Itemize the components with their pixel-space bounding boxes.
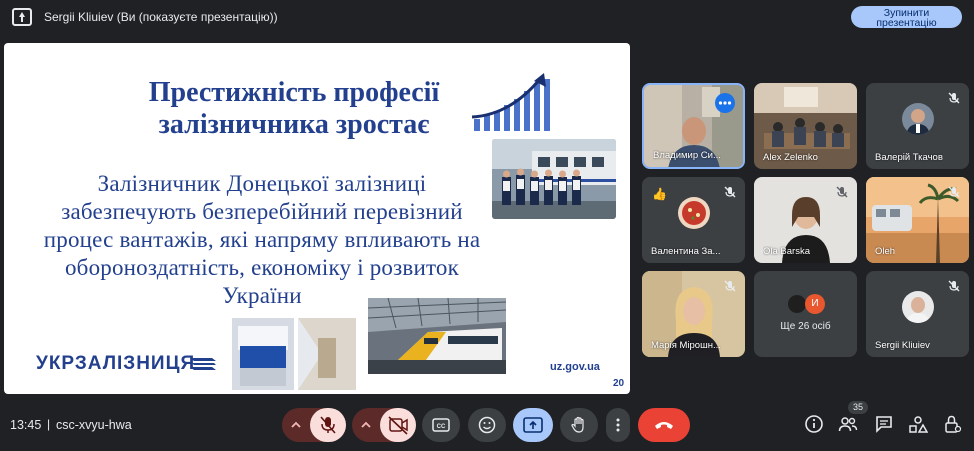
participant-tile[interactable]: Марія Мірошн... bbox=[642, 271, 745, 357]
presenting-status-text: Sergii Kliuiev (Ви (показуєте презентаці… bbox=[44, 10, 278, 24]
camera-toggle-button[interactable] bbox=[380, 408, 416, 442]
camera-control-group bbox=[352, 408, 416, 442]
slide-title: Престижність професії залізничника зрост… bbox=[114, 77, 474, 141]
mic-off-icon bbox=[724, 186, 736, 198]
participant-name: Alex Zelenko bbox=[763, 152, 818, 163]
participant-tile[interactable]: Ola Barska bbox=[754, 177, 857, 263]
participant-name: Oleh bbox=[875, 246, 896, 257]
captions-button[interactable]: CC bbox=[422, 408, 460, 442]
participant-avatar-letter: И bbox=[805, 294, 825, 314]
people-icon[interactable] bbox=[838, 414, 858, 434]
mic-off-icon bbox=[948, 186, 960, 198]
mic-options-button[interactable] bbox=[282, 408, 310, 442]
slide-page-number: 20 bbox=[613, 378, 625, 389]
participant-tile[interactable]: 👍 Валентина За... bbox=[642, 177, 745, 263]
chat-icon[interactable] bbox=[874, 414, 894, 434]
participant-name: Валерій Ткачов bbox=[875, 152, 943, 163]
more-vertical-icon bbox=[616, 418, 620, 432]
separator: | bbox=[47, 417, 51, 431]
modern-train-photo bbox=[368, 298, 506, 374]
svg-text:CC: CC bbox=[437, 424, 446, 430]
ukrzaliznytsia-logo: УКРЗАЛІЗНИЦЯ bbox=[36, 353, 196, 374]
mic-off-icon bbox=[320, 416, 336, 434]
slide-body-text: Залізничник Донецької залізниці забезпеч… bbox=[12, 170, 512, 310]
meet-window: Sergii Kliuiev (Ви (показуєте презентаці… bbox=[0, 0, 974, 451]
slide-body-line: забезпечують безперебійний перевізний bbox=[61, 199, 463, 224]
participant-tile[interactable]: Валерій Ткачов bbox=[866, 83, 969, 169]
more-horizontal-icon bbox=[718, 101, 732, 105]
ukrzaliznytsia-logo-mark bbox=[190, 358, 216, 370]
participant-tile[interactable]: Alex Zelenko bbox=[754, 83, 857, 169]
stop-presenting-button[interactable]: Зупинити презентацію bbox=[851, 6, 962, 28]
mic-control-group bbox=[282, 408, 346, 442]
mic-toggle-button[interactable] bbox=[310, 408, 346, 442]
reactions-button[interactable] bbox=[468, 408, 506, 442]
more-options-button[interactable] bbox=[715, 93, 735, 113]
participant-avatar bbox=[678, 197, 710, 229]
mic-off-icon bbox=[724, 280, 736, 292]
participant-avatar bbox=[902, 291, 934, 323]
raise-hand-button[interactable] bbox=[560, 408, 598, 442]
participant-avatar bbox=[902, 103, 934, 135]
participant-name: Валентина За... bbox=[651, 246, 721, 257]
participant-tile[interactable]: Владимир Си... bbox=[642, 83, 745, 169]
slide-title-line: залізничника зростає bbox=[158, 109, 430, 140]
current-time: 13:45 bbox=[10, 418, 42, 432]
participant-name: Ola Barska bbox=[763, 246, 810, 257]
more-options-button[interactable] bbox=[606, 408, 630, 442]
present-to-all-icon bbox=[523, 417, 543, 433]
participant-avatar bbox=[787, 294, 807, 314]
participant-count-badge: 35 bbox=[848, 401, 868, 414]
host-controls-lock-icon[interactable] bbox=[942, 414, 962, 434]
camera-options-button[interactable] bbox=[352, 408, 380, 442]
info-icon[interactable] bbox=[804, 414, 824, 434]
call-end-icon bbox=[655, 422, 673, 429]
mic-off-icon bbox=[948, 92, 960, 104]
thumbs-up-reaction-icon: 👍 bbox=[652, 187, 667, 201]
more-participants-count: Ще 26 осіб bbox=[780, 321, 831, 332]
slide-website-url: uz.gov.ua bbox=[550, 361, 600, 373]
meeting-code: csc-xvyu-hwa bbox=[56, 418, 132, 432]
slide-body-line: процес вантажів, які напряму впливають н… bbox=[43, 227, 481, 252]
chevron-up-icon bbox=[291, 421, 301, 428]
slide-body-line: обороноздатність, економіку і розвиток bbox=[64, 255, 460, 280]
hand-icon bbox=[571, 416, 584, 433]
mic-off-icon bbox=[836, 186, 848, 198]
chevron-up-icon bbox=[361, 421, 371, 428]
train-interior-photo bbox=[232, 318, 356, 390]
stop-presenting-label-2: презентацію bbox=[876, 16, 937, 29]
more-participants-tile[interactable]: И Ще 26 осіб bbox=[754, 271, 857, 357]
participant-name: Марія Мірошн... bbox=[651, 340, 721, 351]
presentation-slide: Престижність професії залізничника зрост… bbox=[4, 43, 630, 394]
emoji-icon bbox=[478, 416, 496, 434]
slide-title-line: Престижність професії bbox=[148, 77, 440, 108]
present-screen-button[interactable] bbox=[513, 408, 553, 442]
slide-body-line: Залізничник Донецької залізниці bbox=[97, 171, 427, 196]
presentation-banner: Sergii Kliuiev (Ви (показуєте презентаці… bbox=[0, 0, 974, 36]
present-screen-icon bbox=[12, 8, 32, 26]
camera-off-icon bbox=[388, 416, 408, 435]
activities-icon[interactable] bbox=[908, 414, 928, 434]
leave-call-button[interactable] bbox=[638, 408, 690, 442]
mic-off-icon bbox=[948, 280, 960, 292]
closed-captions-icon: CC bbox=[432, 418, 450, 432]
participant-tile[interactable]: Sergii Kliuiev bbox=[866, 271, 969, 357]
growth-chart-graphic bbox=[471, 73, 550, 131]
call-controls-bar: 13:45 | csc-xvyu-hwa CC 35 bbox=[0, 400, 974, 451]
participant-tile[interactable]: Oleh bbox=[866, 177, 969, 263]
participant-name: Владимир Си... bbox=[653, 150, 721, 161]
participant-name: Sergii Kliuiev bbox=[875, 340, 930, 351]
